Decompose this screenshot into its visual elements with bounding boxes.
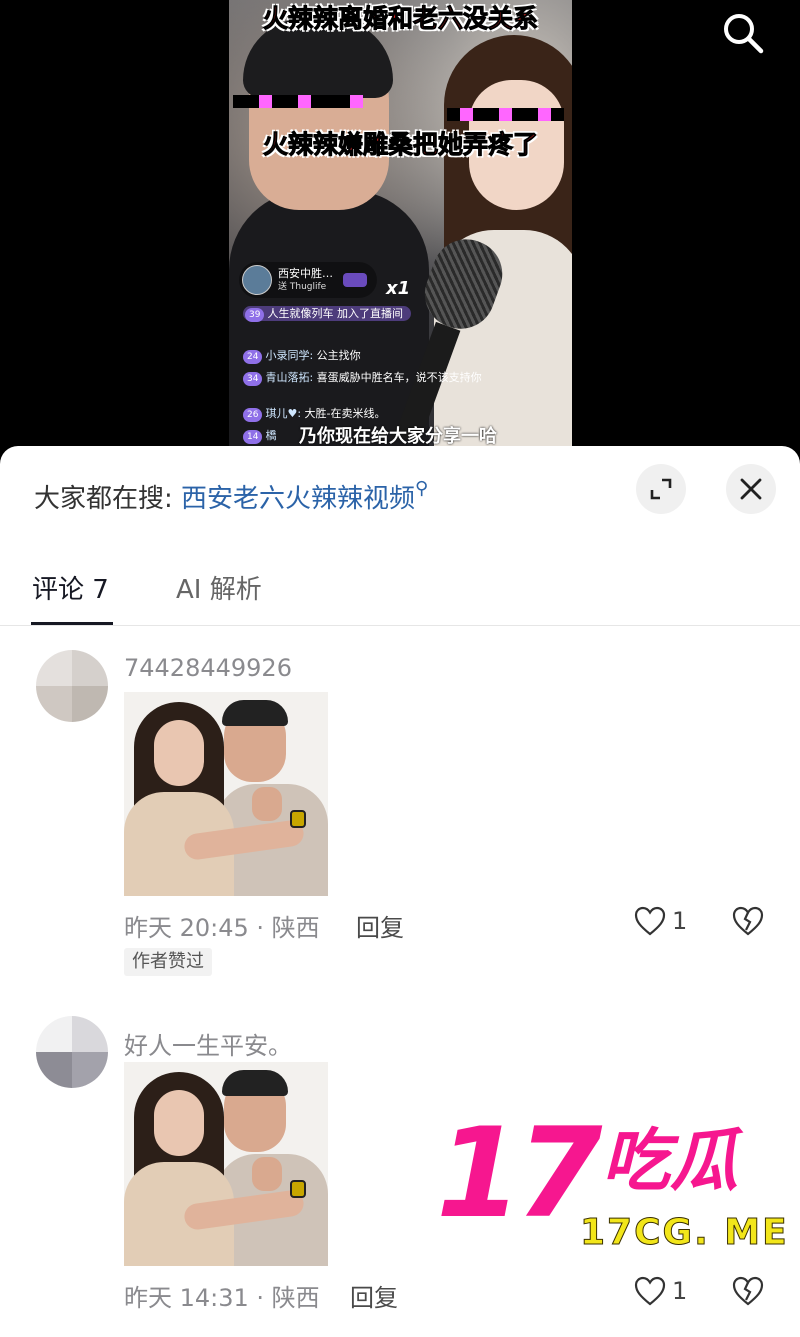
author-liked-badge: 作者赞过: [124, 948, 212, 976]
avatar[interactable]: [36, 650, 108, 722]
watermark-number: 17: [436, 1102, 603, 1246]
close-button[interactable]: [726, 464, 776, 514]
chat-message: 34 青山落拓: 喜蛋威胁中胜名车，说不该支持你: [243, 370, 513, 386]
video-area[interactable]: 火辣辣离婚和老六没关系 火辣辣嫌雕桑把她弄疼了 西安中胜… 送 Thuglife…: [0, 0, 800, 470]
like-count: 1: [672, 907, 688, 935]
comment-sheet: 大家都在搜: 西安老六火辣辣视频⚲ 评论 7 AI 解析 74428449926: [0, 446, 800, 1337]
expand-button[interactable]: [636, 464, 686, 514]
like-count: 1: [672, 1277, 688, 1305]
pixel-sunglasses-left: [233, 95, 363, 121]
tab-ai-analysis[interactable]: AI 解析: [176, 569, 262, 606]
video-subtitle: 乃你现在给大家分享一哈: [299, 426, 497, 446]
active-tab-indicator: [31, 622, 113, 625]
comment-time-location: 昨天 20:45 · 陕西: [124, 914, 320, 942]
comment-username[interactable]: 74428449926: [124, 654, 292, 682]
comment-text: 好人一生平安。: [124, 1032, 292, 1060]
reply-button[interactable]: 回复: [356, 908, 404, 943]
heart-icon: [634, 1276, 666, 1306]
chat-message: 24 小录同学: 公主找你: [243, 348, 361, 364]
reply-button[interactable]: 回复: [350, 1278, 398, 1313]
search-suggestion-prefix: 大家都在搜:: [34, 484, 173, 514]
broken-heart-icon[interactable]: [732, 1276, 764, 1306]
chat-message: 14 橋: [243, 428, 276, 444]
gift-description: 送 Thuglife: [278, 282, 327, 292]
chat-join-line: 39 人生就像列车 加入了直播间: [243, 306, 411, 322]
video-caption-top: 火辣辣离婚和老六没关系: [262, 5, 538, 34]
like-button[interactable]: 1: [634, 906, 687, 936]
gift-count: x1: [386, 278, 411, 299]
live-video-frame[interactable]: 火辣辣离婚和老六没关系 火辣辣嫌雕桑把她弄疼了 西安中胜… 送 Thuglife…: [229, 0, 572, 446]
gift-user-avatar: [242, 265, 272, 295]
thuglife-gift-icon: [343, 273, 367, 287]
gift-notification: 西安中胜… 送 Thuglife: [239, 262, 377, 298]
search-suggestion[interactable]: 大家都在搜: 西安老六火辣辣视频⚲: [34, 478, 428, 515]
heart-icon: [634, 906, 666, 936]
broken-heart-icon[interactable]: [732, 906, 764, 936]
small-search-icon: ⚲: [415, 478, 429, 499]
comment-image[interactable]: [124, 692, 328, 896]
comment-image[interactable]: [124, 1062, 328, 1266]
search-suggestion-keyword[interactable]: 西安老六火辣辣视频: [181, 484, 415, 514]
comment-time-location: 昨天 14:31 · 陕西: [124, 1284, 320, 1312]
like-button[interactable]: 1: [634, 1276, 687, 1306]
close-icon: [740, 478, 762, 500]
chat-message: 26 琪儿♥: 大胜-在卖米线。: [243, 406, 386, 422]
tab-bar: 评论 7 AI 解析: [0, 564, 800, 626]
expand-icon: [650, 478, 672, 500]
watermark-name: 吃瓜: [602, 1122, 739, 1201]
search-icon[interactable]: [720, 10, 766, 56]
gift-user-name: 西安中胜…: [278, 267, 333, 280]
video-caption-middle: 火辣辣嫌雕桑把她弄疼了: [262, 131, 538, 160]
watermark-url: 17CG. ME: [580, 1212, 789, 1254]
avatar[interactable]: [36, 1016, 108, 1088]
tab-comments[interactable]: 评论 7: [32, 569, 109, 606]
